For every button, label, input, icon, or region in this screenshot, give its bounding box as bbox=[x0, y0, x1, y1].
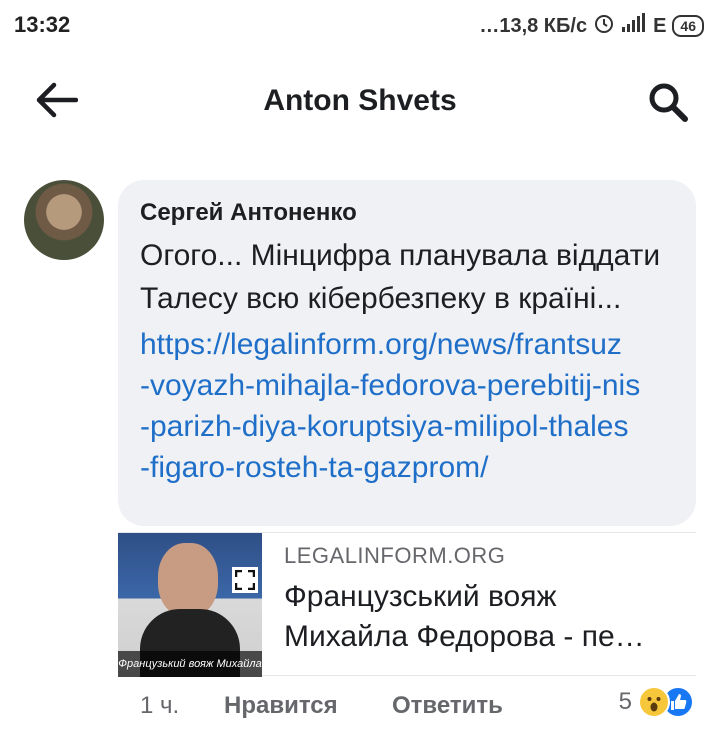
search-icon bbox=[647, 81, 689, 128]
preview-title: Французський вояж Михайла Федорова - пе… bbox=[284, 580, 645, 653]
link-line: -figaro-rosteh-ta-gazprom/ bbox=[140, 451, 489, 484]
comment-actions: 1 ч. Нравится Ответить 5 bbox=[0, 682, 720, 732]
comment-bubble: Сергей Антоненко Огого... Мінцифра плану… bbox=[118, 180, 696, 526]
preview-domain: LEGALINFORM.ORG bbox=[284, 543, 506, 568]
reaction-count: 5 bbox=[618, 688, 632, 715]
link-line: -parizh-diya-koruptsiya-milipol-thales bbox=[140, 410, 629, 443]
thumbnail-caption: Французький вояж Михайла bbox=[118, 651, 262, 677]
preview-thumbnail: Французький вояж Михайла bbox=[118, 533, 262, 677]
network-speed: …13,8 КБ/с bbox=[479, 14, 588, 37]
signal-icon bbox=[621, 13, 647, 39]
status-bar: 13:32 …13,8 КБ/с E 46 bbox=[0, 0, 720, 52]
battery-indicator: 46 bbox=[672, 15, 704, 37]
avatar[interactable] bbox=[24, 180, 104, 260]
link-line: -voyazh-mihajla-fedorova-perebitij-nis bbox=[140, 369, 641, 402]
status-time: 13:32 bbox=[14, 12, 71, 37]
like-button[interactable]: Нравится bbox=[224, 692, 338, 720]
link-preview[interactable]: Французький вояж Михайла LEGALINFORM.ORG… bbox=[118, 532, 696, 677]
comment-timestamp[interactable]: 1 ч. bbox=[140, 692, 179, 720]
page-title: Anton Shvets bbox=[263, 84, 457, 117]
link-line: https://legalinform.org/news/frantsuz bbox=[140, 328, 622, 361]
expand-icon bbox=[232, 567, 258, 593]
alarm-icon bbox=[593, 12, 615, 40]
thumbnail-face bbox=[158, 543, 218, 617]
wow-reaction-icon bbox=[638, 686, 670, 718]
network-type: E bbox=[653, 14, 667, 37]
app-header: Anton Shvets bbox=[0, 60, 720, 144]
status-indicators: …13,8 КБ/с E 46 bbox=[479, 12, 704, 40]
comment-link[interactable]: https://legalinform.org/news/frantsuz -v… bbox=[140, 324, 674, 488]
reactions-summary[interactable]: 5 bbox=[619, 686, 694, 718]
comment-text: Огого... Мінцифра планувала віддати Тале… bbox=[140, 239, 661, 315]
search-button[interactable] bbox=[644, 80, 692, 128]
comment-author[interactable]: Сергей Антоненко bbox=[140, 198, 674, 228]
reply-button[interactable]: Ответить bbox=[392, 692, 503, 720]
